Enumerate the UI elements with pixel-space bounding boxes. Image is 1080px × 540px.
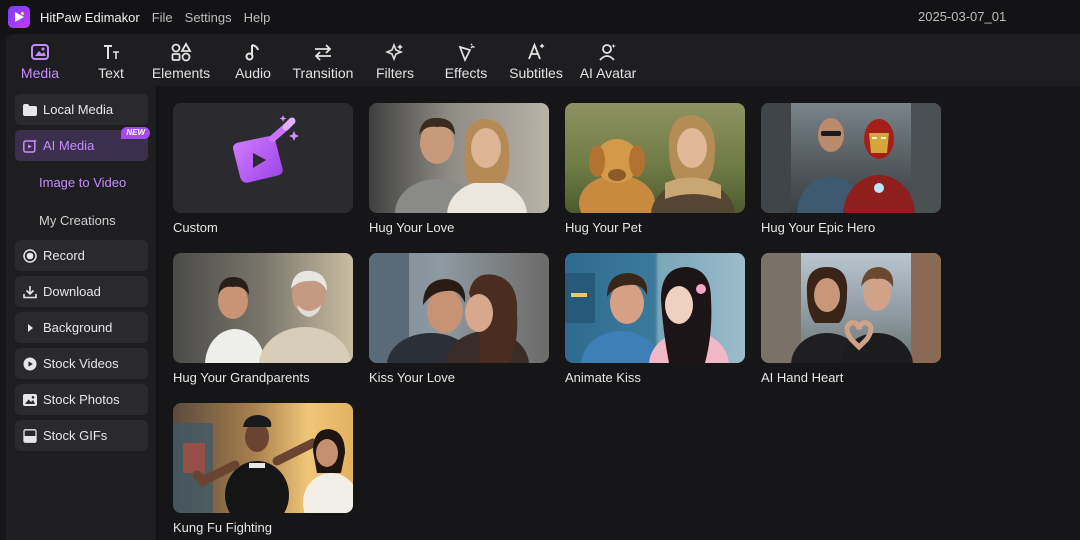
tab-media[interactable]: Media bbox=[14, 34, 66, 86]
sidebar-item-stock-gifs[interactable]: Stock GIFs bbox=[15, 420, 148, 451]
tab-effects[interactable]: Effects bbox=[440, 34, 492, 86]
new-badge: NEW bbox=[121, 127, 150, 139]
template-thumbnail bbox=[761, 103, 941, 213]
template-label: Hug Your Love bbox=[369, 220, 455, 235]
template-card-hug-your-epic-hero[interactable]: Hug Your Epic Hero bbox=[761, 103, 941, 235]
tab-filters[interactable]: Filters bbox=[372, 34, 418, 86]
template-thumbnail bbox=[369, 103, 549, 213]
text-icon bbox=[101, 40, 121, 64]
tab-audio[interactable]: Audio bbox=[230, 34, 276, 86]
app-title: HitPaw Edimakor bbox=[40, 9, 140, 25]
template-thumbnail bbox=[761, 253, 941, 363]
template-label: Hug Your Pet bbox=[565, 220, 642, 235]
template-card-kung-fu-fighting[interactable]: Kung Fu Fighting bbox=[173, 403, 353, 535]
template-card-hug-your-love[interactable]: Hug Your Love bbox=[369, 103, 549, 235]
sidebar-subitem-my-creations[interactable]: My Creations bbox=[39, 213, 116, 228]
template-card-hug-your-grandparents[interactable]: Hug Your Grandparents bbox=[173, 253, 353, 385]
sidebar-subitem-image-to-video[interactable]: Image to Video bbox=[39, 175, 126, 190]
title-bar: HitPaw Edimakor File Settings Help 2025-… bbox=[0, 0, 1080, 34]
template-thumbnail bbox=[173, 253, 353, 363]
template-thumbnail bbox=[369, 253, 549, 363]
sidebar-item-record[interactable]: Record bbox=[15, 240, 148, 271]
menu-settings[interactable]: Settings bbox=[185, 10, 232, 25]
template-card-hug-your-pet[interactable]: Hug Your Pet bbox=[565, 103, 745, 235]
tab-text[interactable]: Text bbox=[86, 34, 136, 86]
template-thumbnail bbox=[565, 103, 745, 213]
effects-icon bbox=[456, 40, 476, 64]
template-label: Kung Fu Fighting bbox=[173, 520, 273, 535]
media-sidebar: Local Media AI Media NEW Image to Video … bbox=[6, 86, 156, 540]
tab-transition[interactable]: Transition bbox=[292, 34, 354, 86]
template-thumbnail bbox=[173, 103, 353, 213]
photo-icon bbox=[23, 393, 37, 407]
download-icon bbox=[23, 285, 37, 299]
template-label: Hug Your Grandparents bbox=[173, 370, 310, 385]
record-icon bbox=[23, 248, 37, 263]
ai-media-icon bbox=[23, 138, 37, 153]
folder-icon bbox=[23, 103, 37, 117]
sidebar-item-stock-photos[interactable]: Stock Photos bbox=[15, 384, 148, 415]
template-label: Hug Your Epic Hero bbox=[761, 220, 876, 235]
template-thumbnail bbox=[173, 403, 353, 513]
sidebar-item-ai-media[interactable]: AI Media NEW bbox=[15, 127, 150, 161]
template-label: AI Hand Heart bbox=[761, 370, 844, 385]
menu-file[interactable]: File bbox=[152, 10, 173, 25]
transition-icon bbox=[312, 40, 334, 64]
play-circle-icon bbox=[23, 357, 37, 371]
template-grid: Custom Hug Your Love Hug Your Pet Hug Yo… bbox=[158, 86, 1080, 540]
template-card-animate-kiss[interactable]: Animate Kiss bbox=[565, 253, 745, 385]
sidebar-item-background[interactable]: Background bbox=[15, 312, 148, 343]
app-logo-icon bbox=[8, 6, 30, 28]
elements-icon bbox=[170, 40, 192, 64]
subtitles-icon bbox=[526, 40, 546, 64]
project-name[interactable]: 2025-03-07_01 bbox=[918, 9, 1006, 24]
magic-video-icon bbox=[232, 115, 299, 183]
audio-icon bbox=[243, 40, 263, 64]
ai-avatar-icon bbox=[598, 40, 618, 64]
template-card-kiss-your-love[interactable]: Kiss Your Love bbox=[369, 253, 549, 385]
tab-subtitles[interactable]: Subtitles bbox=[508, 34, 564, 86]
triangle-right-icon bbox=[23, 321, 37, 335]
tab-ai-avatar[interactable]: AI Avatar bbox=[576, 34, 640, 86]
filters-icon bbox=[385, 40, 405, 64]
template-card-custom[interactable]: Custom bbox=[173, 103, 353, 235]
gif-icon bbox=[23, 428, 37, 443]
media-icon bbox=[30, 40, 50, 64]
template-card-ai-hand-heart[interactable]: AI Hand Heart bbox=[761, 253, 941, 385]
template-thumbnail bbox=[565, 253, 745, 363]
template-label: Animate Kiss bbox=[565, 370, 641, 385]
main-toolbar: Media Text Elements Audio Transition Fil… bbox=[6, 34, 1080, 86]
sidebar-item-stock-videos[interactable]: Stock Videos bbox=[15, 348, 148, 379]
template-label: Custom bbox=[173, 220, 218, 235]
tab-elements[interactable]: Elements bbox=[152, 34, 210, 86]
sidebar-item-local-media[interactable]: Local Media bbox=[15, 94, 148, 125]
sidebar-item-download[interactable]: Download bbox=[15, 276, 148, 307]
menu-help[interactable]: Help bbox=[244, 10, 271, 25]
template-label: Kiss Your Love bbox=[369, 370, 456, 385]
